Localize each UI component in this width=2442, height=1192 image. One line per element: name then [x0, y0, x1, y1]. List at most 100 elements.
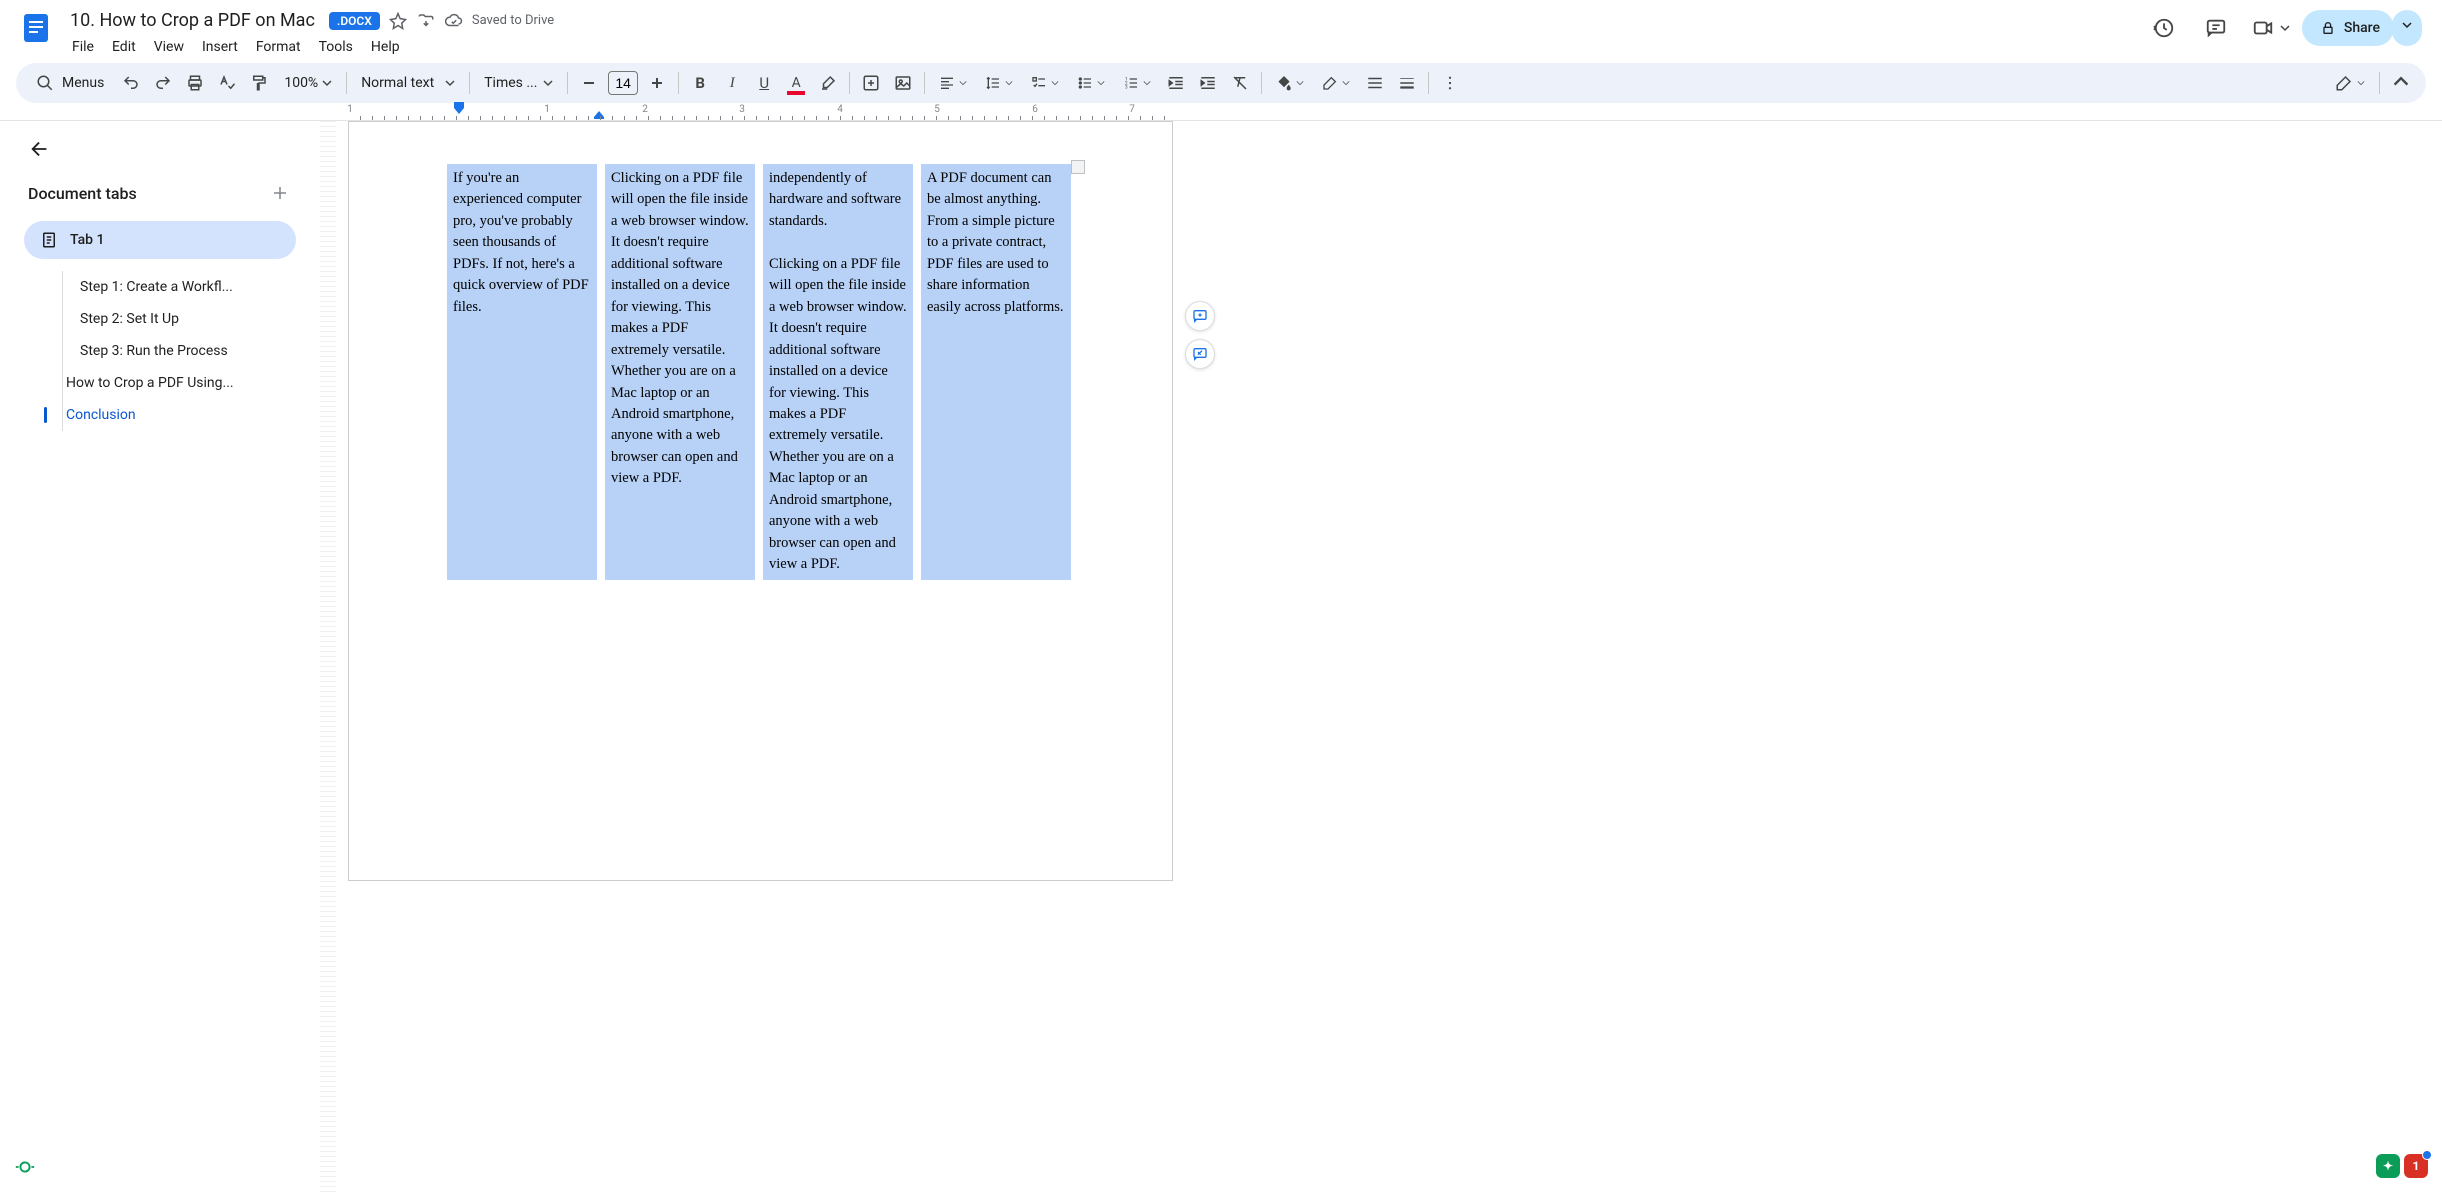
indent-marker-first[interactable] [594, 111, 604, 119]
ruler[interactable]: 11234567 [0, 103, 2442, 121]
font-size-increase[interactable] [642, 69, 672, 97]
fill-color-button[interactable] [1268, 71, 1312, 95]
collapse-toolbar-button[interactable] [2386, 69, 2416, 97]
chevron-down-icon [1342, 79, 1350, 87]
toolbar-search-label: Menus [62, 75, 104, 91]
docx-badge: .DOCX [329, 12, 380, 30]
outline-step1[interactable]: Step 1: Create a Workfl... [24, 271, 296, 303]
doc-title[interactable]: 10. How to Crop a PDF on Mac [64, 8, 321, 33]
sidebar: Document tabs Tab 1 Step 1: Create a Wor… [0, 121, 320, 1192]
chevron-down-icon [1005, 79, 1013, 87]
table-cell[interactable]: If you're an experienced computer pro, y… [447, 164, 597, 580]
border-width-button[interactable] [1392, 69, 1422, 97]
table-cell[interactable]: Clicking on a PDF file will open the fil… [605, 164, 755, 580]
menu-edit[interactable]: Edit [104, 35, 144, 59]
history-icon[interactable] [2144, 8, 2184, 48]
menu-file[interactable]: File [64, 35, 102, 59]
underline-button[interactable]: U [749, 69, 779, 97]
font-size-decrease[interactable] [574, 69, 604, 97]
saved-status: Saved to Drive [472, 13, 554, 28]
outline-step2[interactable]: Step 2: Set It Up [24, 303, 296, 335]
outline-conclusion[interactable]: Conclusion [24, 399, 296, 431]
outline-howto[interactable]: How to Crop a PDF Using... [24, 367, 296, 399]
spellcheck-button[interactable] [212, 69, 242, 97]
docs-logo[interactable] [16, 8, 56, 48]
line-spacing-button[interactable] [977, 71, 1021, 95]
table-cell[interactable]: A PDF document can be almost anything. F… [921, 164, 1071, 580]
editing-mode-button[interactable] [2327, 70, 2373, 96]
sidebar-title: Document tabs [28, 184, 137, 203]
meet-icon[interactable] [2248, 8, 2278, 48]
redo-button[interactable] [148, 69, 178, 97]
vertical-ruler[interactable] [320, 121, 336, 1192]
tab-1[interactable]: Tab 1 [24, 221, 296, 259]
chevron-down-icon[interactable] [2280, 23, 2290, 33]
bold-button[interactable]: B [685, 69, 715, 97]
badge-green[interactable]: ✦ [2376, 1154, 2400, 1178]
lock-icon [2320, 20, 2336, 36]
clear-format-button[interactable] [1225, 69, 1255, 97]
document-canvas[interactable]: If you're an experienced computer pro, y… [320, 121, 2442, 1192]
search-icon [36, 74, 54, 92]
menu-format[interactable]: Format [248, 35, 309, 59]
chevron-down-icon [1051, 79, 1059, 87]
more-options-button[interactable] [1435, 69, 1465, 97]
star-icon[interactable] [388, 11, 408, 31]
numbered-list-button[interactable]: 123 [1115, 71, 1159, 95]
chevron-down-icon [1143, 79, 1151, 87]
privacy-icon[interactable] [14, 1156, 36, 1178]
chevron-down-icon [1296, 79, 1304, 87]
text-color-button[interactable]: A [781, 69, 811, 97]
outline: Step 1: Create a Workfl... Step 2: Set I… [24, 271, 296, 431]
outline-step3[interactable]: Step 3: Run the Process [24, 335, 296, 367]
chevron-down-icon [1097, 79, 1105, 87]
toolbar-search[interactable]: Menus [26, 68, 114, 98]
comments-icon[interactable] [2196, 8, 2236, 48]
share-button[interactable]: Share [2302, 10, 2394, 46]
sidebar-back-button[interactable] [24, 133, 56, 165]
highlight-button[interactable] [813, 69, 843, 97]
paint-format-button[interactable] [244, 69, 274, 97]
insert-image-button[interactable] [888, 69, 918, 97]
indent-marker-left[interactable] [454, 102, 464, 114]
bulleted-list-button[interactable] [1069, 71, 1113, 95]
border-color-button[interactable] [1314, 71, 1358, 95]
extension-badges[interactable]: ✦ 1 [2376, 1154, 2428, 1178]
undo-button[interactable] [116, 69, 146, 97]
menu-view[interactable]: View [146, 35, 192, 59]
insert-link-button[interactable] [856, 69, 886, 97]
print-button[interactable] [180, 69, 210, 97]
indent-button[interactable] [1193, 69, 1223, 97]
add-comment-button[interactable] [1185, 301, 1215, 331]
cloud-icon[interactable] [444, 11, 464, 31]
checklist-button[interactable] [1023, 71, 1067, 95]
badge-red[interactable]: 1 [2404, 1154, 2428, 1178]
chevron-down-icon [543, 78, 553, 88]
chevron-down-icon [2357, 79, 2365, 87]
outdent-button[interactable] [1161, 69, 1191, 97]
zoom-select[interactable]: 100% [276, 71, 340, 95]
suggest-edits-button[interactable] [1185, 339, 1215, 369]
page[interactable]: If you're an experienced computer pro, y… [348, 121, 1173, 881]
title-bar: 10. How to Crop a PDF on Mac .DOCX Saved… [0, 0, 2442, 59]
move-icon[interactable] [416, 11, 436, 31]
font-size-input[interactable] [608, 71, 638, 95]
menu-bar: File Edit View Insert Format Tools Help [64, 35, 2136, 59]
chevron-down-icon [959, 79, 967, 87]
align-button[interactable] [931, 71, 975, 95]
menu-insert[interactable]: Insert [194, 35, 246, 59]
paragraph-style-select[interactable]: Normal text [353, 71, 463, 95]
chevron-down-icon [445, 78, 455, 88]
share-dropdown[interactable] [2392, 10, 2422, 46]
document-icon [40, 231, 58, 249]
toolbar: Menus 100% Normal text Times ... B I U A [16, 63, 2426, 103]
border-style-button[interactable] [1360, 69, 1390, 97]
menu-help[interactable]: Help [363, 35, 408, 59]
chevron-down-icon [322, 78, 332, 88]
selected-table[interactable]: If you're an experienced computer pro, y… [447, 164, 1071, 580]
menu-tools[interactable]: Tools [311, 35, 361, 59]
add-tab-button[interactable] [268, 181, 292, 205]
table-cell[interactable]: independently of hardware and software s… [763, 164, 913, 580]
italic-button[interactable]: I [717, 69, 747, 97]
font-select[interactable]: Times ... [476, 71, 561, 95]
